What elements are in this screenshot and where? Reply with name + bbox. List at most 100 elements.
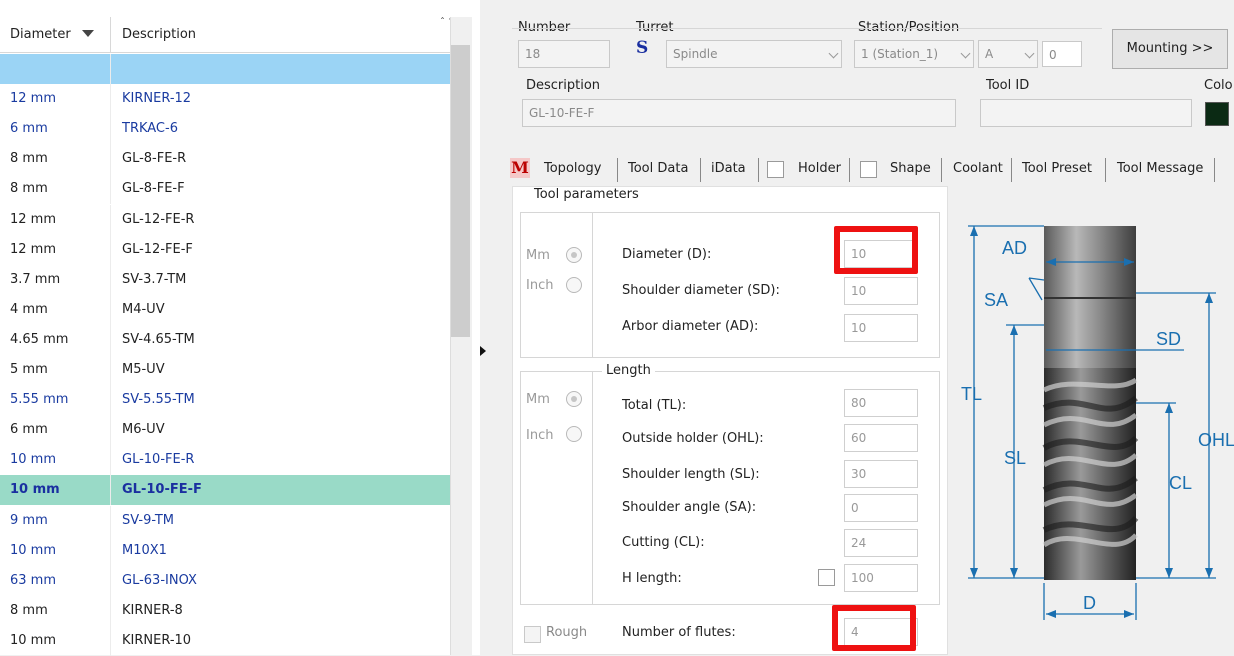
column-header-diameter[interactable]: Diameter xyxy=(0,17,111,53)
row-diameter-cell: 4 mm xyxy=(0,294,111,325)
tab-tool-preset[interactable]: Tool Preset xyxy=(1022,154,1092,184)
length-unit-inch-radio[interactable] xyxy=(566,426,582,442)
row-diameter-cell: 10 mm xyxy=(0,475,111,506)
row-diameter-cell: 3.7 mm xyxy=(0,264,111,295)
list-scrollbar-thumb[interactable] xyxy=(451,45,470,337)
tool-list-row[interactable]: 5.55 mm SV-5.55-TM xyxy=(0,385,450,416)
row-description-cell: TRKAC-6 xyxy=(122,121,178,137)
position-select[interactable]: A xyxy=(978,40,1038,68)
total-length-input[interactable]: 80 xyxy=(844,389,918,417)
column-header-description[interactable]: Description xyxy=(111,17,450,53)
row-diameter-cell: 6 mm xyxy=(0,415,111,446)
tool-id-label: Tool ID xyxy=(986,78,1030,93)
unit-inch-radio[interactable] xyxy=(566,277,582,293)
description-label: Description xyxy=(526,78,601,93)
unit-divider xyxy=(592,371,593,605)
rough-checkbox[interactable] xyxy=(524,626,541,643)
shoulder-angle-label: Shoulder angle (SA): xyxy=(622,500,757,515)
label-sa: SA xyxy=(984,290,1008,310)
tab-separator xyxy=(1214,158,1215,182)
label-tl: TL xyxy=(961,384,982,404)
tab-tool-message[interactable]: Tool Message xyxy=(1117,154,1203,184)
tool-list-row[interactable]: 4.65 mm SV-4.65-TM xyxy=(0,324,450,355)
row-diameter-cell: 12 mm xyxy=(0,234,111,265)
outside-holder-label: Outside holder (OHL): xyxy=(622,431,764,446)
tab-idata[interactable]: iData xyxy=(711,154,746,184)
row-description-cell: M10X1 xyxy=(122,542,167,558)
label-sd: SD xyxy=(1156,329,1181,349)
splitter-expand-icon[interactable] xyxy=(480,346,486,356)
shoulder-length-input[interactable]: 30 xyxy=(844,460,918,488)
row-description-cell: GL-10-FE-F xyxy=(122,482,202,498)
tool-list-row[interactable]: 5 mm M5-UV xyxy=(0,355,450,385)
unit-mm-radio[interactable] xyxy=(566,247,582,263)
arbor-diameter-label: Arbor diameter (AD): xyxy=(622,319,759,334)
length-unit-inch-label: Inch xyxy=(526,428,554,443)
color-swatch[interactable] xyxy=(1205,102,1229,126)
tool-list-row[interactable]: 12 mm KIRNER-12 xyxy=(0,84,450,115)
tab-holder[interactable]: Holder xyxy=(798,154,841,184)
tool-list-row[interactable]: 10 mm GL-10-FE-F xyxy=(0,475,450,506)
tool-list-row[interactable]: 10 mm M10X1 xyxy=(0,535,450,566)
row-diameter-cell: 8 mm xyxy=(0,595,111,626)
tool-id-field[interactable] xyxy=(980,99,1192,127)
tool-list-row[interactable]: 8 mm GL-8-FE-R xyxy=(0,144,450,175)
tool-list-row[interactable]: 12 mm GL-12-FE-R xyxy=(0,204,450,235)
sort-descending-icon xyxy=(82,30,94,37)
tool-list-row[interactable]: 6 mm M6-UV xyxy=(0,415,450,446)
tab-topology[interactable]: Topology xyxy=(544,154,601,184)
shoulder-angle-input[interactable]: 0 xyxy=(844,494,918,522)
number-field[interactable]: 18 xyxy=(518,40,610,68)
tool-list-row[interactable]: 9 mm SV-9-TM xyxy=(0,505,450,536)
label-cl: CL xyxy=(1169,473,1192,493)
column-header-diameter-label: Diameter xyxy=(10,27,71,42)
tab-separator xyxy=(941,158,942,182)
diameter-label: Diameter (D): xyxy=(622,247,712,262)
label-d: D xyxy=(1083,593,1096,613)
tool-list-row[interactable]: 10 mm GL-10-FE-R xyxy=(0,445,450,476)
arbor-diameter-input[interactable]: 10 xyxy=(844,314,918,342)
tool-list-row[interactable]: 8 mm GL-8-FE-F xyxy=(0,174,450,205)
tab-shape[interactable]: Shape xyxy=(890,154,931,184)
total-length-label: Total (TL): xyxy=(622,398,687,413)
machining-icon: M xyxy=(510,158,530,178)
tool-list-row[interactable]: 10 mm KIRNER-10 xyxy=(0,625,450,656)
mounting-button[interactable]: Mounting >> xyxy=(1112,29,1228,69)
tool-list-row[interactable]: 63 mm GL-63-INOX xyxy=(0,565,450,596)
h-length-input[interactable]: 100 xyxy=(844,564,918,592)
shoulder-diameter-label: Shoulder diameter (SD): xyxy=(622,283,780,298)
offset-field[interactable]: 0 xyxy=(1042,41,1082,67)
tool-list-row[interactable]: 12 mm GL-12-FE-F xyxy=(0,234,450,265)
holder-checkbox[interactable] xyxy=(767,161,784,178)
row-diameter-cell: 6 mm xyxy=(0,114,111,145)
shape-checkbox[interactable] xyxy=(860,161,877,178)
cutting-length-input[interactable]: 24 xyxy=(844,529,918,557)
tool-list-row[interactable]: 3.7 mm SV-3.7-TM xyxy=(0,264,450,295)
row-diameter-cell: 10 mm xyxy=(0,445,111,476)
row-diameter-cell: 8 mm xyxy=(0,174,111,205)
row-diameter-cell: 12 mm xyxy=(0,204,111,235)
tool-list-row[interactable]: 6 mm TRKAC-6 xyxy=(0,114,450,145)
unit-inch-label: Inch xyxy=(526,278,554,293)
highlight-flutes-box xyxy=(832,605,916,651)
row-description-cell: GL-8-FE-F xyxy=(122,181,185,197)
tool-list-row[interactable]: 8 mm KIRNER-8 xyxy=(0,595,450,626)
row-description-cell: M6-UV xyxy=(122,422,165,438)
h-length-checkbox[interactable] xyxy=(818,569,835,586)
length-unit-mm-radio[interactable] xyxy=(566,391,582,407)
tool-list-header: Diameter Description ˆ ˄ xyxy=(0,17,470,53)
row-diameter-cell: 5 mm xyxy=(0,355,111,385)
description-field[interactable]: GL-10-FE-F xyxy=(522,99,956,127)
outside-holder-input[interactable]: 60 xyxy=(844,424,918,452)
turret-select[interactable]: Spindle xyxy=(666,40,842,68)
tab-tool-data[interactable]: Tool Data xyxy=(628,154,688,184)
tab-separator xyxy=(1105,158,1106,182)
tool-list-row[interactable] xyxy=(0,54,450,84)
tab-coolant[interactable]: Coolant xyxy=(953,154,1003,184)
unit-mm-label: Mm xyxy=(526,248,550,263)
station-select[interactable]: 1 (Station_1) xyxy=(854,40,974,68)
tool-list-row[interactable]: 4 mm M4-UV xyxy=(0,294,450,325)
length-group-label: Length xyxy=(602,363,655,378)
shoulder-diameter-input[interactable]: 10 xyxy=(844,277,918,305)
row-description-cell: M5-UV xyxy=(122,362,165,377)
